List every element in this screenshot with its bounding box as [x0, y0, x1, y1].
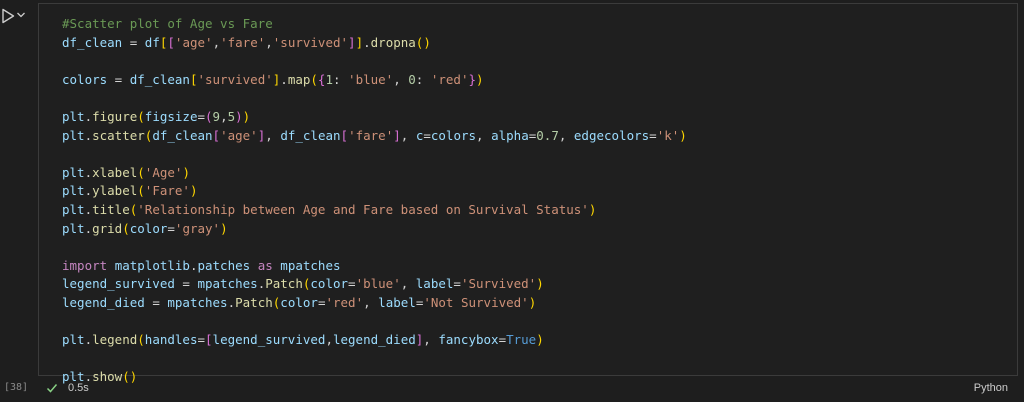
code-block[interactable]: #Scatter plot of Age vs Fare df_clean = d…: [62, 15, 687, 387]
code-line[interactable]: ​: [62, 238, 687, 257]
code-line[interactable]: legend_survived = mpatches.Patch(color='…: [62, 275, 687, 294]
play-icon[interactable]: [1, 8, 15, 24]
chevron-down-icon[interactable]: [16, 11, 26, 19]
code-line[interactable]: ​: [62, 350, 687, 369]
code-line[interactable]: #Scatter plot of Age vs Fare: [62, 15, 687, 34]
code-line[interactable]: colors = df_clean['survived'].map({1: 'b…: [62, 71, 687, 90]
code-line[interactable]: plt.grid(color='gray'): [62, 220, 687, 239]
code-line[interactable]: ​: [62, 313, 687, 332]
code-line[interactable]: plt.scatter(df_clean['age'], df_clean['f…: [62, 127, 687, 146]
cell-gutter: [38]: [0, 0, 38, 402]
code-cell-editor[interactable]: #Scatter plot of Age vs Fare df_clean = d…: [38, 3, 1018, 384]
code-line[interactable]: df_clean = df[['age','fare','survived']]…: [62, 34, 687, 53]
code-line[interactable]: plt.figure(figsize=(9,5)): [62, 108, 687, 127]
code-line[interactable]: plt.title('Relationship between Age and …: [62, 201, 687, 220]
execution-count: [38]: [4, 382, 29, 393]
cell-status-bar: 0.5s Python: [38, 378, 1018, 400]
execution-duration: 0.5s: [68, 382, 89, 394]
code-line[interactable]: plt.legend(handles=[legend_survived,lege…: [62, 331, 687, 350]
code-line[interactable]: ​: [62, 52, 687, 71]
code-line[interactable]: ​: [62, 89, 687, 108]
code-line[interactable]: legend_died = mpatches.Patch(color='red'…: [62, 294, 687, 313]
check-icon: [46, 384, 58, 393]
language-selector[interactable]: Python: [974, 382, 1008, 394]
code-line[interactable]: plt.ylabel('Fare'): [62, 182, 687, 201]
code-line[interactable]: ​: [62, 145, 687, 164]
code-line[interactable]: import matplotlib.patches as mpatches: [62, 257, 687, 276]
code-line[interactable]: plt.xlabel('Age'): [62, 164, 687, 183]
